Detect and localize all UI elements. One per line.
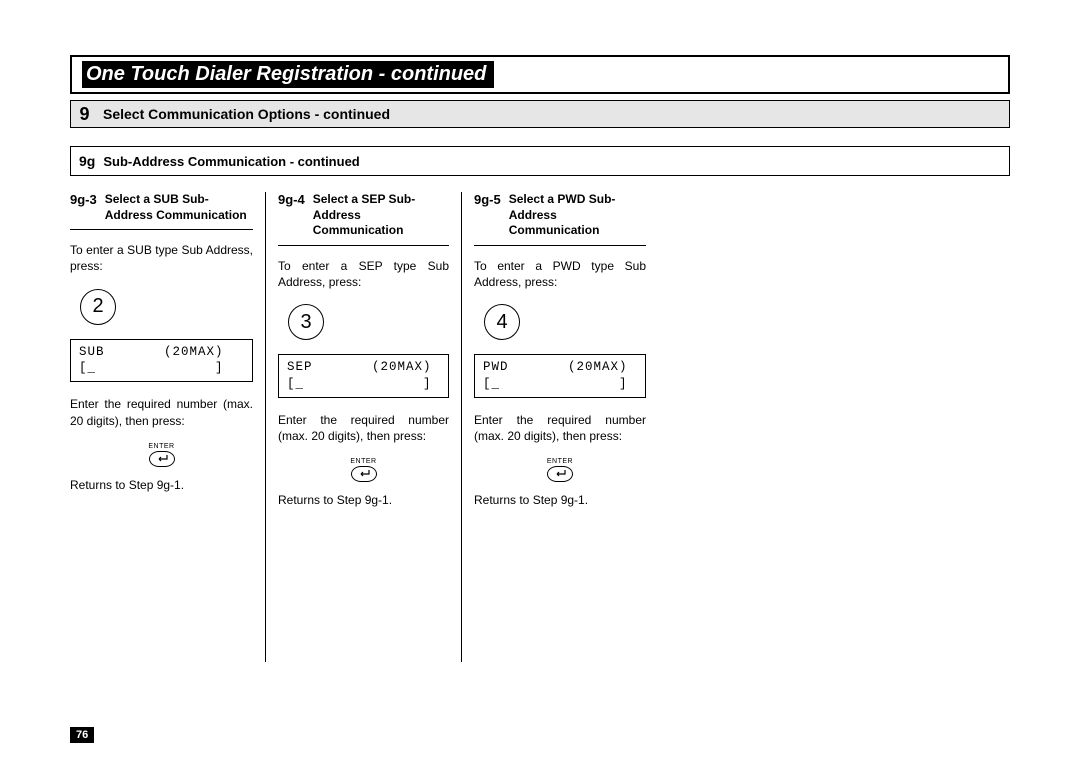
column-number: 9g-3 xyxy=(70,192,97,207)
column-title: Select a SUB Sub-Address Communication xyxy=(105,192,253,223)
page-number: 76 xyxy=(70,727,94,743)
column-header: 9g-4 Select a SEP Sub-Address Communicat… xyxy=(278,192,449,246)
lcd-line2: [_ ] xyxy=(79,361,224,375)
sub-step-number: 9g xyxy=(79,153,95,169)
lcd-line2: [_ ] xyxy=(483,377,628,391)
enter-key-block: ENTER xyxy=(474,458,646,482)
lcd-display: SUB (20MAX) [_ ] xyxy=(70,339,253,383)
returns-text: Returns to Step 9g-1. xyxy=(70,477,253,493)
intro-text: To enter a SUB type Sub Address, press: xyxy=(70,242,253,274)
enter-label: ENTER xyxy=(474,458,646,465)
enter-key-icon xyxy=(149,451,175,467)
after-text: Enter the required number (max. 20 digit… xyxy=(474,412,646,444)
column-header: 9g-3 Select a SUB Sub-Address Communicat… xyxy=(70,192,253,230)
column-9g-5: 9g-5 Select a PWD Sub-Address Communicat… xyxy=(462,192,658,662)
intro-text: To enter a SEP type Sub Address, press: xyxy=(278,258,449,290)
lcd-display: SEP (20MAX) [_ ] xyxy=(278,354,449,398)
enter-key-icon xyxy=(351,466,377,482)
after-text: Enter the required number (max. 20 digit… xyxy=(278,412,449,444)
page-title: One Touch Dialer Registration - continue… xyxy=(82,61,494,88)
returns-text: Returns to Step 9g-1. xyxy=(278,492,449,508)
after-text: Enter the required number (max. 20 digit… xyxy=(70,396,253,428)
numeric-key-4: 4 xyxy=(484,304,520,340)
column-title: Select a SEP Sub-Address Communication xyxy=(313,192,449,239)
numeric-key-3: 3 xyxy=(288,304,324,340)
enter-key-icon xyxy=(547,466,573,482)
sub-step-header: 9g Sub-Address Communication - continued xyxy=(70,146,1010,176)
column-9g-4: 9g-4 Select a SEP Sub-Address Communicat… xyxy=(266,192,462,662)
page-title-bar: One Touch Dialer Registration - continue… xyxy=(70,55,1010,94)
enter-label: ENTER xyxy=(70,443,253,450)
lcd-line2: [_ ] xyxy=(287,377,432,391)
numeric-key-2: 2 xyxy=(80,289,116,325)
enter-key-block: ENTER xyxy=(278,458,449,482)
column-header: 9g-5 Select a PWD Sub-Address Communicat… xyxy=(474,192,646,246)
column-9g-3: 9g-3 Select a SUB Sub-Address Communicat… xyxy=(70,192,266,662)
lcd-line1: PWD (20MAX) xyxy=(483,360,628,374)
step-header: 9 Select Communication Options - continu… xyxy=(70,100,1010,128)
enter-label: ENTER xyxy=(278,458,449,465)
intro-text: To enter a PWD type Sub Address, press: xyxy=(474,258,646,290)
step-number: 9 xyxy=(71,101,99,127)
enter-key-block: ENTER xyxy=(70,443,253,467)
returns-text: Returns to Step 9g-1. xyxy=(474,492,646,508)
lcd-line1: SEP (20MAX) xyxy=(287,360,432,374)
column-number: 9g-4 xyxy=(278,192,305,207)
lcd-display: PWD (20MAX) [_ ] xyxy=(474,354,646,398)
step-title: Select Communication Options - continued xyxy=(99,101,390,127)
column-title: Select a PWD Sub-Address Communication xyxy=(509,192,646,239)
instruction-columns: 9g-3 Select a SUB Sub-Address Communicat… xyxy=(70,192,1010,662)
column-number: 9g-5 xyxy=(474,192,501,207)
lcd-line1: SUB (20MAX) xyxy=(79,345,224,359)
sub-step-title: Sub-Address Communication - continued xyxy=(103,154,359,169)
